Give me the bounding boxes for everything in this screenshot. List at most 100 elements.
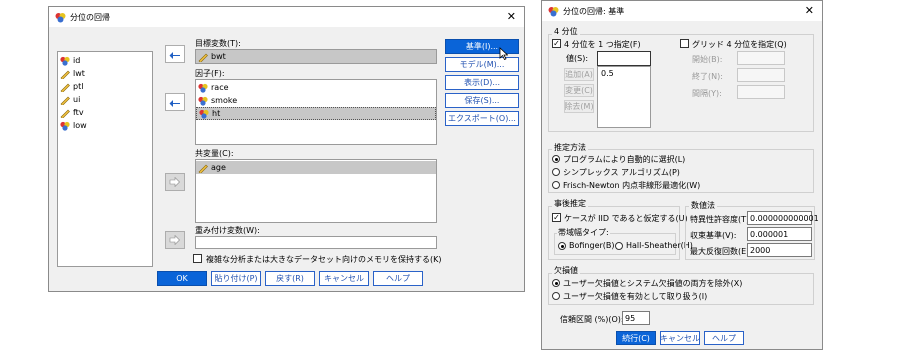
close-icon[interactable]: ✕ [507, 11, 516, 22]
factor-label: 因子(F): [195, 69, 225, 78]
scale-icon [60, 82, 70, 93]
bofinger-radio[interactable] [558, 242, 566, 250]
quantile-regression-dialog: 分位の回帰 ✕ id lwt ptl ui ftv low 目標変数(T): b… [48, 6, 525, 292]
change-button[interactable]: 変更(C) [564, 84, 594, 97]
reset-button[interactable]: 戻す(R) [265, 271, 315, 286]
grid-step-input[interactable] [737, 85, 785, 99]
help-button[interactable]: ヘルプ [704, 331, 744, 345]
convergence-input[interactable]: 0.000001 [747, 227, 812, 241]
close-icon[interactable]: ✕ [805, 5, 814, 16]
max-iterations-input[interactable]: 2000 [747, 243, 812, 257]
app-icon [548, 6, 559, 17]
window-title: 分位の回帰 [70, 12, 110, 22]
help-button[interactable]: ヘルプ [373, 271, 423, 286]
treat-valid-label: ユーザー欠損値を有効として取り扱う(I) [563, 292, 708, 301]
continue-button[interactable]: 続行(C) [616, 331, 656, 345]
estimation-group-title: 推定方法 [552, 142, 588, 153]
arrow-left-icon [169, 50, 180, 59]
grid-start-input[interactable] [737, 51, 785, 65]
simplex-label: シンプレックス アルゴリズム(P) [563, 168, 680, 177]
missing-group-title: 欠損値 [552, 265, 580, 276]
iid-checkbox[interactable]: ✓ [552, 213, 561, 222]
list-item[interactable]: id [58, 54, 152, 67]
list-item[interactable]: lwt [58, 67, 152, 80]
arrow-right-icon [169, 177, 180, 187]
title-bar: 分位の回帰: 基準 ✕ [542, 1, 822, 21]
value-list[interactable]: 0.5 [597, 66, 651, 128]
iid-label: ケースが IID であると仮定する(U) [564, 214, 688, 223]
arrow-left-icon [169, 98, 180, 107]
scale-icon [198, 52, 208, 63]
display-button[interactable]: 表示(D)... [445, 75, 519, 90]
memory-checkbox[interactable] [193, 254, 202, 263]
exclude-missing-label: ユーザー欠損値とシステム欠損値の両方を除外(X) [563, 279, 743, 288]
arrow-right-icon [169, 235, 180, 245]
single-quantile-label: 4 分位を 1 つ指定(F) [564, 40, 641, 49]
convergence-label: 収束基準(V): [690, 231, 737, 240]
numeric-group-title: 数値法 [689, 200, 717, 211]
list-item[interactable]: age [196, 161, 436, 174]
inference-group-title: 事後推定 [552, 198, 588, 209]
list-item[interactable]: ftv [58, 106, 152, 119]
covariate-label: 共変量(C): [195, 149, 234, 158]
grid-step-label: 間隔(Y): [692, 89, 722, 98]
grid-quantile-label: グリッド 4 分位を指定(Q) [692, 40, 787, 49]
weight-field[interactable] [195, 236, 437, 249]
list-item[interactable]: ptl [58, 80, 152, 93]
list-item[interactable]: ui [58, 93, 152, 106]
simplex-radio[interactable] [552, 168, 560, 176]
nominal-icon [198, 83, 208, 93]
singularity-input[interactable]: 0.000000000001 [747, 211, 819, 225]
value-label: 値(S): [566, 54, 589, 63]
list-item[interactable]: low [58, 119, 152, 132]
app-icon [55, 12, 66, 23]
criteria-dialog: 分位の回帰: 基準 ✕ 4 分位 ✓ 4 分位を 1 つ指定(F) 値(S): … [541, 0, 823, 350]
move-factor-button[interactable] [165, 93, 185, 111]
list-item[interactable]: 0.5 [598, 67, 650, 80]
nominal-icon [60, 56, 70, 66]
ci-input[interactable]: 95 [622, 311, 650, 325]
max-iterations-label: 最大反復回数(E): [690, 247, 752, 256]
weight-label: 重み付け変数(W): [195, 226, 260, 235]
source-variable-list[interactable]: id lwt ptl ui ftv low [57, 51, 153, 267]
target-field[interactable]: bwt [195, 49, 437, 64]
exclude-missing-radio[interactable] [552, 279, 560, 287]
nominal-icon [60, 121, 70, 131]
factor-list[interactable]: race smoke ht [195, 79, 437, 145]
title-bar: 分位の回帰 ✕ [49, 7, 524, 27]
auto-method-label: プログラムにより自動的に選択(L) [563, 155, 686, 164]
scale-icon [60, 95, 70, 106]
move-target-button[interactable] [165, 45, 185, 63]
cancel-button[interactable]: キャンセル [319, 271, 369, 286]
hall-sheather-radio[interactable] [615, 242, 623, 250]
grid-end-input[interactable] [737, 68, 785, 82]
export-button[interactable]: エクスポート(O)... [445, 111, 519, 126]
scale-icon [198, 163, 208, 174]
nominal-icon [198, 96, 208, 106]
move-weight-button[interactable] [165, 231, 185, 249]
grid-end-label: 終了(N): [692, 72, 723, 81]
target-label: 目標変数(T): [195, 39, 241, 48]
grid-start-label: 開始(B): [692, 55, 723, 64]
list-item[interactable]: ht [196, 107, 436, 120]
grid-quantile-checkbox[interactable] [680, 39, 689, 48]
auto-method-radio[interactable] [552, 155, 560, 163]
frisch-newton-radio[interactable] [552, 181, 560, 189]
frisch-newton-label: Frisch-Newton 内点非線形最適化(W) [563, 181, 701, 190]
add-button[interactable]: 追加(A) [564, 68, 594, 81]
save-button[interactable]: 保存(S)... [445, 93, 519, 108]
treat-valid-radio[interactable] [552, 292, 560, 300]
paste-button[interactable]: 貼り付け(P) [211, 271, 261, 286]
target-variable[interactable]: bwt [196, 50, 436, 63]
value-input[interactable] [597, 51, 651, 66]
bandwidth-label: 帯域幅タイプ: [557, 227, 610, 238]
list-item[interactable]: smoke [196, 94, 436, 107]
list-item[interactable]: race [196, 81, 436, 94]
scale-icon [60, 69, 70, 80]
move-covariate-button[interactable] [165, 173, 185, 191]
ok-button[interactable]: OK [157, 271, 207, 286]
cancel-button[interactable]: キャンセル [660, 331, 700, 345]
single-quantile-checkbox[interactable]: ✓ [552, 39, 561, 48]
covariate-list[interactable]: age [195, 159, 437, 223]
remove-button[interactable]: 除去(M) [564, 100, 594, 113]
